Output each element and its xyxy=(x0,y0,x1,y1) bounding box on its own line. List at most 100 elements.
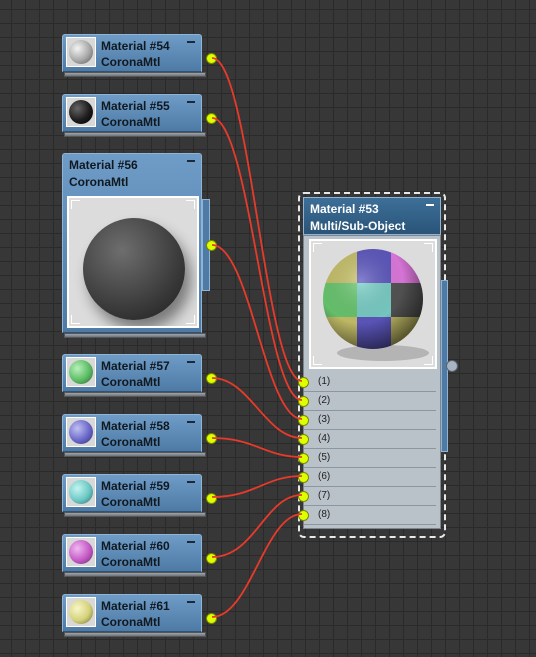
material-thumbnail xyxy=(66,37,96,67)
wire-60-to-slot-7 xyxy=(211,494,303,558)
node-shelf xyxy=(64,333,206,338)
slot-label: (8) xyxy=(318,509,331,520)
minimize-icon[interactable] xyxy=(426,204,434,206)
sphere-swatch xyxy=(69,600,93,624)
output-socket[interactable] xyxy=(206,373,217,384)
output-socket[interactable] xyxy=(446,360,458,372)
corner-mark xyxy=(71,315,80,324)
output-socket[interactable] xyxy=(206,53,217,64)
node-header[interactable]: Material #60 CoronaMtl xyxy=(62,534,202,572)
minimize-icon[interactable] xyxy=(187,41,195,43)
node-title: Material #53 xyxy=(310,202,379,216)
connections xyxy=(211,57,303,618)
slot-label: (2) xyxy=(318,395,331,406)
minimize-icon[interactable] xyxy=(187,541,195,543)
minimize-icon[interactable] xyxy=(187,361,195,363)
slot-row[interactable]: (5) xyxy=(298,449,436,468)
slot-row[interactable]: (3) xyxy=(298,411,436,430)
slot-label: (4) xyxy=(318,433,331,444)
node-header[interactable]: Material #55 CoronaMtl xyxy=(62,94,202,132)
node-multi-sub-object[interactable]: Material #53 Multi/Sub-Object (1) (2) (3… xyxy=(298,192,458,538)
input-socket[interactable] xyxy=(298,453,309,464)
output-socket[interactable] xyxy=(206,493,217,504)
node-title: Material #56 xyxy=(69,158,138,172)
slot-row[interactable]: (2) xyxy=(298,392,436,411)
node-material-61[interactable]: Material #61 CoronaMtl xyxy=(62,594,217,640)
checker-sphere xyxy=(323,249,429,361)
node-header[interactable]: Material #54 CoronaMtl xyxy=(62,34,202,72)
input-socket[interactable] xyxy=(298,472,309,483)
node-type: CoronaMtl xyxy=(101,555,161,569)
slot-row[interactable]: (1) xyxy=(298,373,436,392)
node-material-55[interactable]: Material #55 CoronaMtl xyxy=(62,94,217,140)
node-type: CoronaMtl xyxy=(101,55,161,69)
sphere-swatch xyxy=(69,420,93,444)
node-header[interactable]: Material #57 CoronaMtl xyxy=(62,354,202,392)
corner-mark xyxy=(424,243,433,252)
sphere-swatch xyxy=(69,40,93,64)
node-material-56[interactable]: Material #56 CoronaMtl xyxy=(62,153,217,343)
node-type: CoronaMtl xyxy=(69,175,129,189)
node-material-54[interactable]: Material #54 CoronaMtl xyxy=(62,34,217,80)
wire-58-to-slot-5 xyxy=(211,437,303,458)
node-shelf xyxy=(64,512,206,517)
input-socket[interactable] xyxy=(298,510,309,521)
minimize-icon[interactable] xyxy=(187,101,195,103)
slot-label: (1) xyxy=(318,376,331,387)
node-material-58[interactable]: Material #58 CoronaMtl xyxy=(62,414,217,460)
node-header[interactable]: Material #56 CoronaMtl xyxy=(62,153,202,333)
node-title: Material #55 xyxy=(101,99,170,113)
wire-61-to-slot-8 xyxy=(211,513,303,618)
slot-row[interactable]: (4) xyxy=(298,430,436,449)
node-type: CoronaMtl xyxy=(101,115,161,129)
minimize-icon[interactable] xyxy=(187,481,195,483)
material-thumbnail xyxy=(66,597,96,627)
node-shelf xyxy=(64,132,206,137)
preview-sphere xyxy=(83,218,185,320)
input-socket[interactable] xyxy=(298,396,309,407)
minimize-icon[interactable] xyxy=(187,160,195,162)
input-socket[interactable] xyxy=(298,377,309,388)
output-socket[interactable] xyxy=(206,113,217,124)
slot-row[interactable]: (8) xyxy=(298,506,436,525)
node-shelf xyxy=(64,72,206,77)
material-thumbnail xyxy=(66,477,96,507)
material-thumbnail xyxy=(66,537,96,567)
node-type: Multi/Sub-Object xyxy=(310,219,406,233)
wire-59-to-slot-6 xyxy=(211,475,303,498)
slot-row[interactable]: (7) xyxy=(298,487,436,506)
output-socket[interactable] xyxy=(206,433,217,444)
node-header[interactable]: Material #59 CoronaMtl xyxy=(62,474,202,512)
node-material-57[interactable]: Material #57 CoronaMtl xyxy=(62,354,217,400)
node-title: Material #54 xyxy=(101,39,170,53)
slot-label: (5) xyxy=(318,452,331,463)
node-material-59[interactable]: Material #59 CoronaMtl xyxy=(62,474,217,520)
node-shelf xyxy=(64,452,206,457)
input-socket[interactable] xyxy=(298,434,309,445)
output-socket[interactable] xyxy=(206,613,217,624)
slot-row[interactable]: (6) xyxy=(298,468,436,487)
input-socket[interactable] xyxy=(298,491,309,502)
node-title: Material #57 xyxy=(101,359,170,373)
wire-56-to-slot-3 xyxy=(211,244,303,420)
minimize-icon[interactable] xyxy=(187,601,195,603)
minimize-icon[interactable] xyxy=(187,421,195,423)
node-header[interactable]: Material #61 CoronaMtl xyxy=(62,594,202,632)
multi-body: (1) (2) (3) (4) (5) (6) (7) (8) xyxy=(298,235,441,529)
corner-mark xyxy=(313,243,322,252)
output-socket[interactable] xyxy=(206,240,217,251)
node-shelf xyxy=(64,392,206,397)
multi-header[interactable]: Material #53 Multi/Sub-Object xyxy=(303,197,441,235)
sphere-swatch xyxy=(69,540,93,564)
output-socket[interactable] xyxy=(206,553,217,564)
node-title: Material #58 xyxy=(101,419,170,433)
node-shelf xyxy=(64,572,206,577)
corner-mark xyxy=(313,356,322,365)
input-socket[interactable] xyxy=(298,415,309,426)
sphere-swatch xyxy=(69,100,93,124)
slot-label: (7) xyxy=(318,490,331,501)
node-material-60[interactable]: Material #60 CoronaMtl xyxy=(62,534,217,580)
material-thumbnail xyxy=(66,417,96,447)
node-header[interactable]: Material #58 CoronaMtl xyxy=(62,414,202,452)
material-thumbnail xyxy=(66,357,96,387)
